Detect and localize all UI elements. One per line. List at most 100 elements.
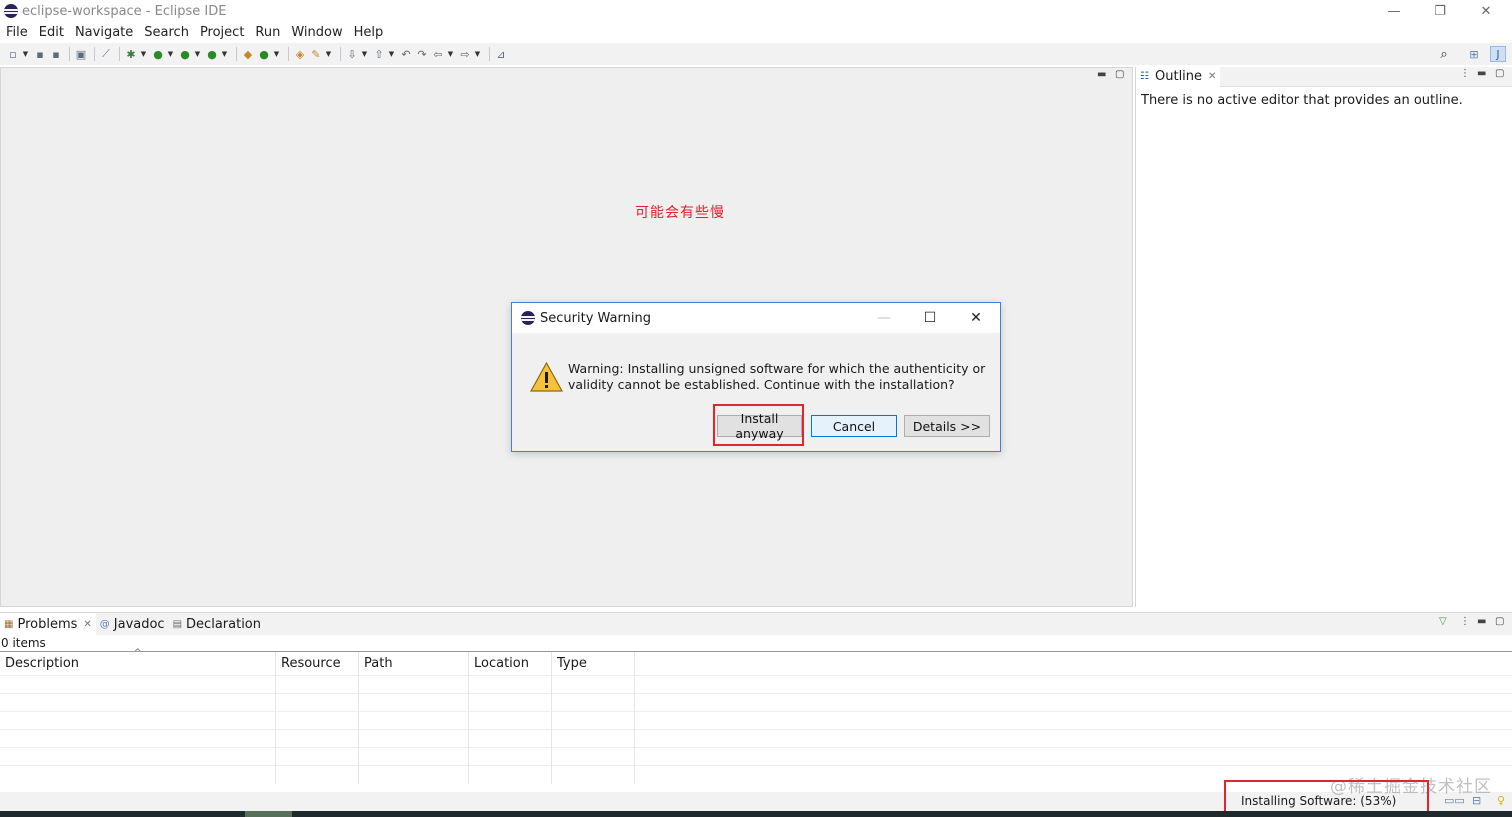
save-icon[interactable]: ▪ [33, 47, 47, 61]
new-java-class-icon[interactable]: ● [257, 47, 271, 61]
window-restore-button[interactable]: ❐ [1417, 0, 1463, 22]
coverage-icon[interactable]: ● [178, 47, 192, 61]
table-row [0, 747, 1512, 766]
new-java-package-icon[interactable]: ◆ [241, 47, 255, 61]
problems-icon: ▦ [4, 618, 14, 630]
warning-icon [530, 362, 563, 392]
debug-icon[interactable]: ✱ [124, 47, 138, 61]
save-all-icon[interactable]: ▪ [49, 47, 63, 61]
outline-panel: ☷ Outline ✕ ⋮ ▬ ▢ There is no active edi… [1135, 66, 1512, 607]
problems-table: ^ Description Resource Path Location Typ… [0, 648, 1512, 793]
install-progress-text[interactable]: Installing Software: (53%) [1241, 794, 1396, 808]
run-dropdown-icon[interactable]: ▼ [167, 47, 174, 61]
os-taskbar [0, 811, 1512, 817]
details-button[interactable]: Details >> [904, 415, 990, 437]
external-tools-icon[interactable]: ● [205, 47, 219, 61]
new-class-dropdown-icon[interactable]: ▼ [273, 47, 280, 61]
back-icon[interactable]: ⇦ [431, 47, 445, 61]
view-menu-icon[interactable]: ⋮ [1460, 616, 1470, 627]
tab-javadoc[interactable]: @ Javadoc [96, 613, 169, 635]
column-location[interactable]: Location [469, 652, 552, 675]
javadoc-icon: @ [99, 618, 110, 630]
search-icon[interactable]: ⌕ [1436, 46, 1452, 62]
outline-icon: ☷ [1140, 71, 1149, 82]
java-perspective-icon[interactable]: J [1490, 46, 1506, 62]
skip-breakpoints-icon[interactable]: ⟋ [99, 47, 113, 61]
maximize-icon[interactable]: ▢ [1495, 616, 1504, 627]
table-header: ^ Description Resource Path Location Typ… [0, 648, 1512, 675]
external-tools-dropdown-icon[interactable]: ▼ [221, 47, 228, 61]
dialog-close-button[interactable]: ✕ [956, 303, 996, 333]
search-tool-dropdown-icon[interactable]: ▼ [325, 47, 332, 61]
column-resource[interactable]: Resource [276, 652, 359, 675]
window-titlebar: eclipse-workspace - Eclipse IDE — ❐ ✕ [0, 0, 1512, 22]
forward-icon[interactable]: ⇨ [458, 47, 472, 61]
sort-ascending-icon: ^ [134, 648, 142, 658]
toolbar-separator [119, 47, 120, 61]
maximize-icon[interactable]: ▢ [1495, 68, 1504, 79]
menu-window[interactable]: Window [285, 25, 347, 40]
tab-outline-label: Outline [1155, 69, 1203, 84]
run-icon[interactable]: ● [151, 47, 165, 61]
minimize-icon[interactable]: ▬ [1097, 69, 1106, 80]
eclipse-icon [4, 4, 18, 18]
bottom-tab-bar: ▦ Problems ✕ @ Javadoc ▤ Declaration ▽ ⋮… [0, 613, 1512, 635]
forward-dropdown-icon[interactable]: ▼ [474, 47, 481, 61]
window-close-button[interactable]: ✕ [1463, 0, 1509, 22]
security-warning-dialog: Security Warning — ☐ ✕ Warning: Installi… [511, 302, 1001, 452]
progress-bar-icon[interactable]: ▭▭ [1444, 794, 1465, 807]
declaration-icon: ▤ [172, 618, 183, 630]
last-edit-icon[interactable]: ↶ [399, 47, 413, 61]
close-icon[interactable]: ✕ [1208, 71, 1216, 82]
toolbar-separator [288, 47, 289, 61]
table-row [0, 711, 1512, 730]
minimize-icon[interactable]: ▬ [1477, 616, 1486, 627]
filter-icon[interactable]: ▽ [1439, 616, 1447, 627]
menu-navigate[interactable]: Navigate [69, 25, 138, 40]
cancel-button[interactable]: Cancel [811, 415, 897, 437]
install-button-highlight-box [713, 404, 804, 446]
menu-run[interactable]: Run [249, 25, 285, 40]
menu-help[interactable]: Help [348, 25, 389, 40]
menu-project[interactable]: Project [194, 25, 249, 40]
minimize-icon[interactable]: ▬ [1477, 68, 1486, 79]
tab-outline[interactable]: ☷ Outline ✕ [1136, 66, 1221, 87]
search-tool-icon[interactable]: ✎ [309, 47, 323, 61]
column-type[interactable]: Type [552, 652, 635, 675]
problems-item-count: 0 items [1, 636, 46, 650]
back-dropdown-icon[interactable]: ▼ [447, 47, 454, 61]
tip-lightbulb-icon[interactable]: ♀ [1497, 794, 1505, 807]
tab-javadoc-label: Javadoc [113, 616, 165, 632]
dialog-maximize-button[interactable]: ☐ [910, 303, 950, 333]
maximize-icon[interactable]: ▢ [1115, 69, 1124, 80]
progress-view-icon[interactable]: ⊟ [1472, 794, 1481, 807]
terminal-icon[interactable]: ▣ [74, 47, 88, 61]
menu-file[interactable]: File [0, 25, 33, 40]
table-row [0, 693, 1512, 712]
previous-annotation-dropdown-icon[interactable]: ▼ [388, 47, 395, 61]
column-path[interactable]: Path [359, 652, 469, 675]
pin-editor-icon[interactable]: ⊿ [494, 47, 508, 61]
open-type-icon[interactable]: ◈ [293, 47, 307, 61]
tab-declaration[interactable]: ▤ Declaration [169, 613, 265, 635]
new-icon[interactable]: ▫ [6, 47, 20, 61]
debug-dropdown-icon[interactable]: ▼ [140, 47, 147, 61]
window-minimize-button[interactable]: — [1371, 0, 1417, 22]
toolbar-separator [340, 47, 341, 61]
last-edit-forward-icon[interactable]: ↷ [415, 47, 429, 61]
perspective-icon[interactable]: ⊞ [1466, 46, 1482, 62]
dialog-minimize-button[interactable]: — [864, 303, 904, 333]
new-dropdown-icon[interactable]: ▼ [22, 47, 29, 61]
tab-problems[interactable]: ▦ Problems ✕ [0, 613, 96, 635]
toolbar-separator [489, 47, 490, 61]
previous-annotation-icon[interactable]: ⇧ [372, 47, 386, 61]
view-menu-icon[interactable]: ⋮ [1460, 68, 1470, 79]
next-annotation-icon[interactable]: ⇩ [345, 47, 359, 61]
next-annotation-dropdown-icon[interactable]: ▼ [361, 47, 368, 61]
main-toolbar: ▫ ▼ ▪ ▪ ▣ ⟋ ✱ ▼ ● ▼ ● ▼ ● ▼ ◆ ● ▼ ◈ ✎ ▼ ⇩ ▼ ⇧ ▼ ↶… [0, 43, 1512, 65]
menu-edit[interactable]: Edit [33, 25, 69, 40]
menu-search[interactable]: Search [138, 25, 194, 40]
taskbar-active-app[interactable] [245, 811, 292, 817]
close-icon[interactable]: ✕ [83, 619, 91, 630]
coverage-dropdown-icon[interactable]: ▼ [194, 47, 201, 61]
